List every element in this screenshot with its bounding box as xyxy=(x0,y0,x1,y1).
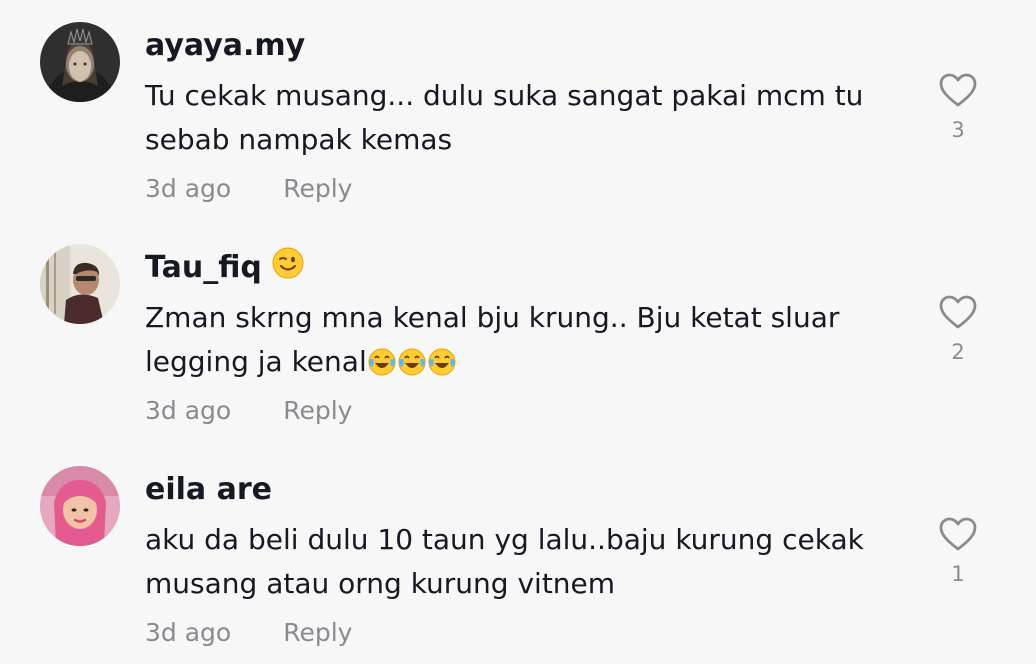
avatar[interactable] xyxy=(40,244,120,324)
timestamp: 3d ago xyxy=(145,396,232,425)
avatar[interactable] xyxy=(40,22,120,102)
comment-text: aku da beli dulu 10 taun yg lalu..baju k… xyxy=(145,523,864,600)
comment-meta: 3d ago Reply xyxy=(145,618,352,647)
comment-text: Tu cekak musang... dulu suka sangat paka… xyxy=(145,79,864,156)
like-count: 2 xyxy=(951,340,965,364)
timestamp: 3d ago xyxy=(145,174,232,203)
username[interactable]: eila are xyxy=(145,472,272,507)
like-count: 3 xyxy=(951,118,965,142)
username-text[interactable]: Tau_fiq xyxy=(145,250,262,285)
comment-text: Zman skrng mna kenal bju krung.. Bju ket… xyxy=(145,296,905,390)
avatar-photo-icon xyxy=(40,22,120,102)
avatar[interactable] xyxy=(40,466,120,546)
like-count: 1 xyxy=(951,562,965,586)
like-button[interactable]: 1 xyxy=(938,516,978,586)
like-button[interactable]: 2 xyxy=(938,294,978,364)
avatar-photo-icon xyxy=(40,466,120,546)
comment-text-body: Zman skrng mna kenal bju krung.. Bju ket… xyxy=(145,301,840,378)
avatar-photo-icon xyxy=(40,244,120,324)
username-text[interactable]: ayaya.my xyxy=(145,28,305,63)
heart-icon[interactable] xyxy=(938,294,978,330)
reply-button[interactable]: Reply xyxy=(283,174,352,203)
username[interactable]: ayaya.my xyxy=(145,28,305,63)
reply-button[interactable]: Reply xyxy=(283,618,352,647)
username-text[interactable]: eila are xyxy=(145,472,272,507)
tears-of-joy-icon xyxy=(367,346,397,390)
winking-face-icon xyxy=(272,247,304,287)
timestamp: 3d ago xyxy=(145,618,232,647)
like-button[interactable]: 3 xyxy=(938,72,978,142)
heart-icon[interactable] xyxy=(938,72,978,108)
username[interactable]: Tau_fiq xyxy=(145,247,304,287)
comment-meta: 3d ago Reply xyxy=(145,174,352,203)
tears-of-joy-icon xyxy=(427,346,457,390)
reply-button[interactable]: Reply xyxy=(283,396,352,425)
heart-icon[interactable] xyxy=(938,516,978,552)
tears-of-joy-icon xyxy=(397,346,427,390)
comment-meta: 3d ago Reply xyxy=(145,396,352,425)
